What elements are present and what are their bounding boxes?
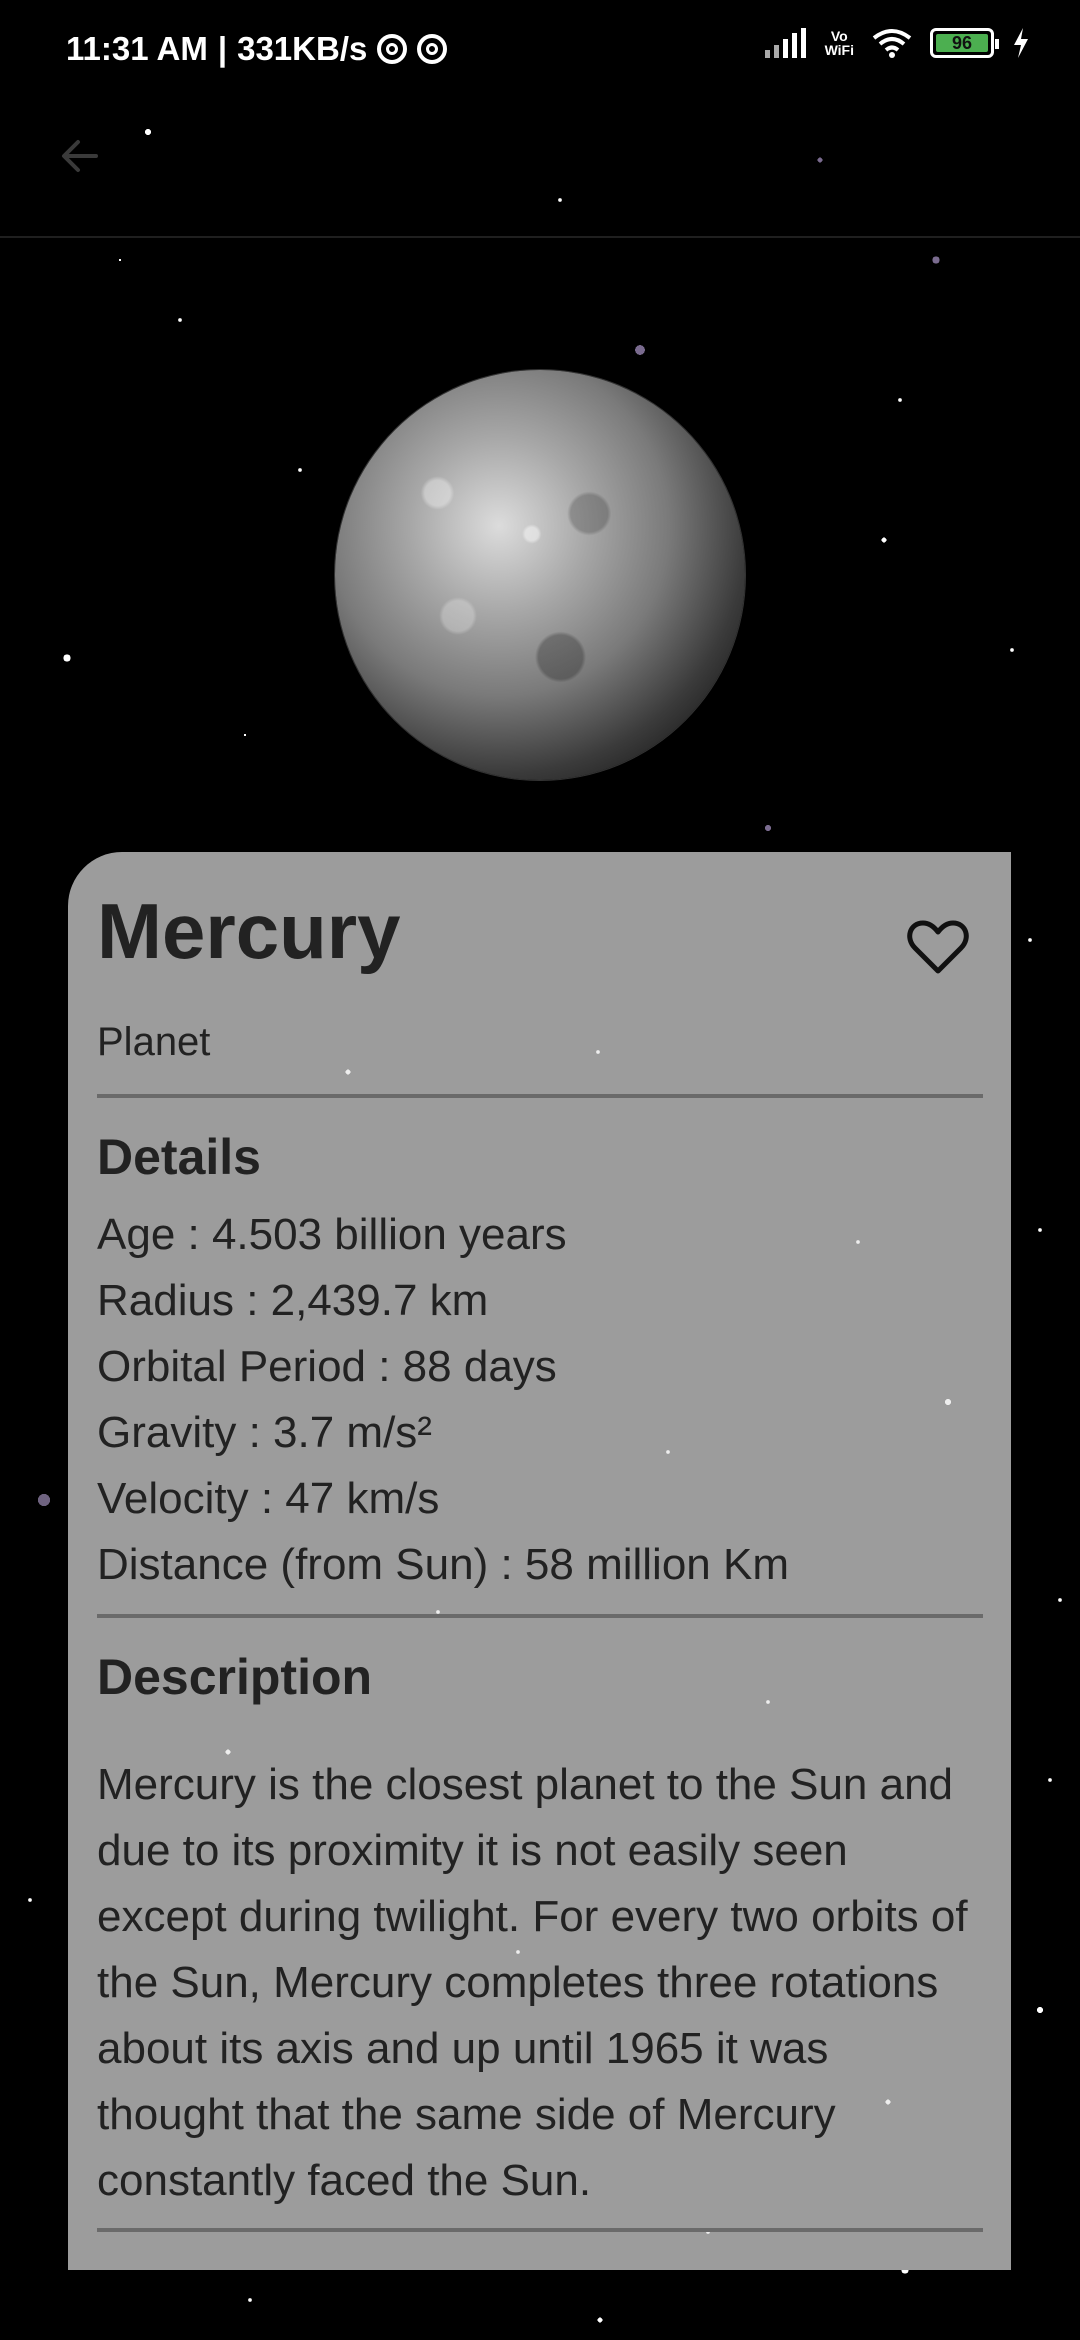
- planet-name: Mercury: [97, 887, 401, 975]
- back-button[interactable]: [44, 120, 116, 192]
- detail-radius: Radius : 2,439.7 km: [97, 1276, 489, 1325]
- description-text: Mercury is the closest planet to the Sun…: [97, 1760, 968, 2205]
- detail-distance: Distance (from Sun) : 58 million Km: [97, 1540, 789, 1589]
- detail-gravity: Gravity : 3.7 m/s²: [97, 1408, 432, 1457]
- app-bar: [0, 100, 1080, 238]
- arrow-left-icon: [62, 140, 98, 172]
- favorite-button[interactable]: [893, 902, 983, 992]
- divider: [97, 2228, 983, 2232]
- vowifi-bottom: WiFi: [824, 42, 854, 58]
- charging-icon: [1014, 28, 1028, 58]
- status-left: 11:31 AM | 331KB/s: [66, 30, 448, 68]
- heart-outline-icon: [907, 920, 969, 974]
- status-right: Vo WiFi 96: [764, 28, 1030, 58]
- signal-icon: [764, 28, 806, 58]
- divider: [97, 1614, 983, 1618]
- detail-orbital-period: Orbital Period : 88 days: [97, 1342, 557, 1391]
- planet-image: [335, 370, 745, 780]
- details-heading: Details: [97, 1129, 261, 1185]
- battery-level: 96: [936, 34, 988, 52]
- notification-icon: [417, 34, 448, 64]
- status-network-speed: 331KB/s: [237, 30, 368, 67]
- planet-info-card: Mercury Planet Details Age : 4.503 billi…: [68, 852, 1011, 2270]
- wifi-icon: [872, 29, 912, 58]
- divider: [97, 1094, 983, 1098]
- battery-icon: 96: [930, 28, 999, 58]
- detail-age: Age : 4.503 billion years: [97, 1210, 567, 1259]
- status-separator: |: [217, 30, 228, 67]
- vowifi-top: Vo: [830, 28, 848, 44]
- planet-type: Planet: [97, 1020, 211, 1064]
- status-time: 11:31 AM: [66, 30, 208, 67]
- vowifi-icon: Vo WiFi: [825, 29, 854, 57]
- detail-velocity: Velocity : 47 km/s: [97, 1474, 440, 1523]
- details-list: Age : 4.503 billion years Radius : 2,439…: [97, 1202, 789, 1598]
- description-heading: Description: [97, 1649, 373, 1705]
- notification-icon: [377, 34, 408, 64]
- status-bar: 11:31 AM | 331KB/s Vo WiFi 96: [0, 0, 1080, 100]
